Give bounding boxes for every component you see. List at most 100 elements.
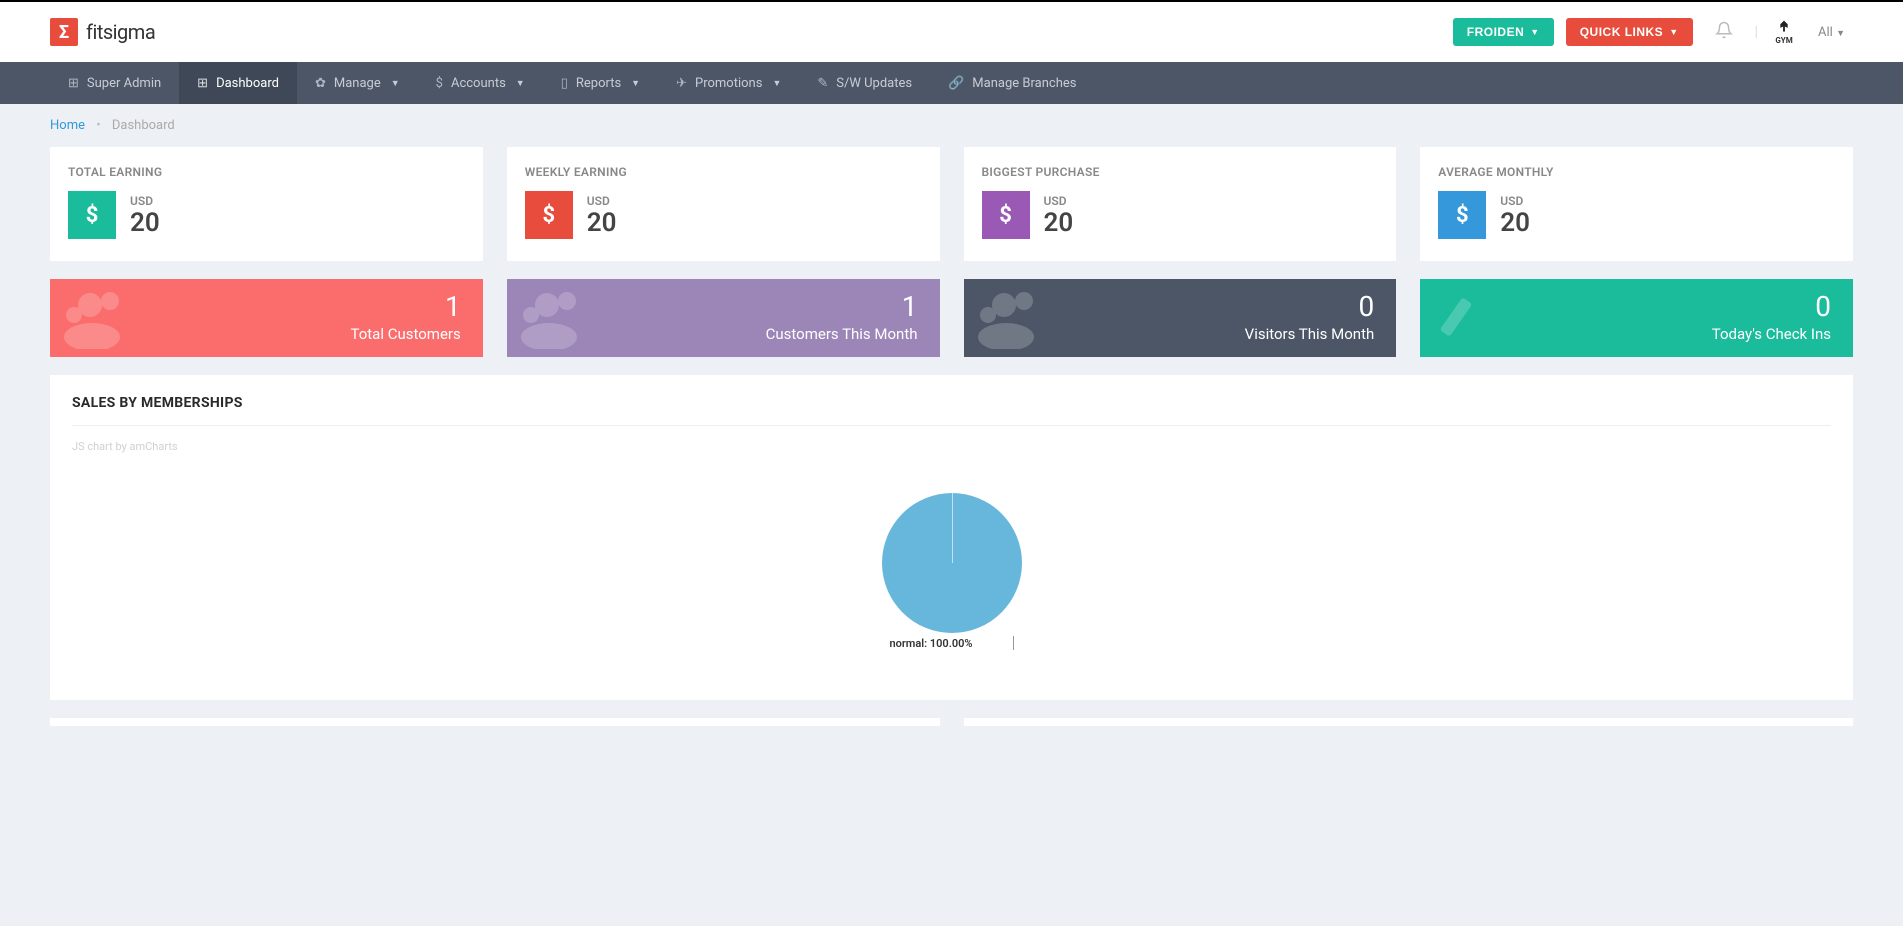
visitors-month-tile[interactable]: 0 Visitors This Month bbox=[964, 279, 1397, 357]
dollar-icon: $ bbox=[1438, 191, 1486, 239]
gym-logo[interactable]: GYM bbox=[1770, 18, 1798, 46]
chevron-down-icon: ▼ bbox=[1836, 29, 1845, 39]
weekly-earning-card: WEEKLY EARNING $ USD 20 bbox=[507, 147, 940, 261]
update-icon: ✎ bbox=[817, 76, 828, 91]
card-value: 20 bbox=[130, 210, 160, 236]
froiden-button[interactable]: FROIDEN ▼ bbox=[1453, 18, 1554, 46]
all-dropdown[interactable]: All ▼ bbox=[1810, 25, 1853, 40]
card-value: 20 bbox=[587, 210, 617, 236]
dashboard-icon: ⊞ bbox=[68, 76, 79, 91]
pie-chart: normal: 100.00% bbox=[72, 493, 1831, 650]
nav-label: Accounts bbox=[451, 76, 506, 91]
send-icon: ✈ bbox=[676, 76, 687, 91]
users-icon bbox=[974, 287, 1044, 349]
gym-icon bbox=[1773, 18, 1795, 36]
chevron-down-icon: ▼ bbox=[772, 78, 781, 89]
nav-reports[interactable]: ▯ Reports ▼ bbox=[543, 62, 658, 104]
biggest-purchase-card: BIGGEST PURCHASE $ USD 20 bbox=[964, 147, 1397, 261]
nav-label: Manage bbox=[334, 76, 381, 91]
nav-manage[interactable]: ✿ Manage ▼ bbox=[297, 62, 418, 104]
nav-label: Reports bbox=[576, 76, 621, 91]
content: TOTAL EARNING $ USD 20 WEEKLY EARNING $ … bbox=[0, 147, 1903, 756]
bottom-row bbox=[50, 718, 1853, 726]
quick-links-label: QUICK LINKS bbox=[1580, 25, 1664, 39]
tile-value: 0 bbox=[1442, 293, 1831, 321]
nav-branches[interactable]: 🔗 Manage Branches bbox=[930, 62, 1094, 104]
card-title: BIGGEST PURCHASE bbox=[982, 165, 1379, 179]
stat-row: TOTAL EARNING $ USD 20 WEEKLY EARNING $ … bbox=[50, 147, 1853, 261]
nav-label: Dashboard bbox=[216, 76, 279, 91]
froiden-label: FROIDEN bbox=[1467, 25, 1525, 39]
card-title: TOTAL EARNING bbox=[68, 165, 465, 179]
nav-sw-updates[interactable]: ✎ S/W Updates bbox=[799, 62, 930, 104]
all-label: All bbox=[1818, 25, 1833, 40]
nav-dashboard[interactable]: ⊞ Dashboard bbox=[179, 62, 297, 104]
separator: | bbox=[1755, 24, 1758, 40]
card-title: AVERAGE MONTHLY bbox=[1438, 165, 1835, 179]
users-icon bbox=[517, 287, 587, 349]
bottom-panel-left bbox=[50, 718, 940, 726]
breadcrumb-current: Dashboard bbox=[112, 118, 175, 133]
tile-value: 1 bbox=[72, 293, 461, 321]
nav-label: Promotions bbox=[695, 76, 762, 91]
card-currency: USD bbox=[1044, 194, 1074, 208]
tile-value: 0 bbox=[986, 293, 1375, 321]
header-right: FROIDEN ▼ QUICK LINKS ▼ | GYM All ▼ bbox=[1453, 18, 1853, 46]
users-icon bbox=[60, 287, 130, 349]
card-currency: USD bbox=[587, 194, 617, 208]
tile-label: Total Customers bbox=[72, 325, 461, 343]
gym-label: GYM bbox=[1775, 36, 1792, 45]
pie-chart-canvas bbox=[882, 493, 1022, 633]
bottom-panel-right bbox=[964, 718, 1854, 726]
breadcrumb-home[interactable]: Home bbox=[50, 118, 85, 133]
dollar-icon: $ bbox=[525, 191, 573, 239]
logo-mark: Σ bbox=[50, 18, 78, 46]
chevron-down-icon: ▼ bbox=[1530, 27, 1539, 37]
dollar-icon: $ bbox=[68, 191, 116, 239]
logo[interactable]: Σ fitsigma bbox=[50, 18, 155, 46]
total-earning-card: TOTAL EARNING $ USD 20 bbox=[50, 147, 483, 261]
logo-text: fitsigma bbox=[86, 20, 155, 44]
dollar-icon: $ bbox=[436, 76, 443, 91]
nav-label: Manage Branches bbox=[972, 76, 1076, 91]
checkins-tile[interactable]: 0 Today's Check Ins bbox=[1420, 279, 1853, 357]
chevron-down-icon: ▼ bbox=[631, 78, 640, 89]
report-icon: ▯ bbox=[561, 76, 568, 91]
nav-promotions[interactable]: ✈ Promotions ▼ bbox=[658, 62, 799, 104]
customers-month-tile[interactable]: 1 Customers This Month bbox=[507, 279, 940, 357]
card-currency: USD bbox=[130, 194, 160, 208]
chevron-down-icon: ▼ bbox=[391, 78, 400, 89]
card-value: 20 bbox=[1044, 210, 1074, 236]
notification-bell-icon[interactable] bbox=[1705, 21, 1743, 44]
dollar-icon: $ bbox=[982, 191, 1030, 239]
tile-row: 1 Total Customers 1 Customers This Month… bbox=[50, 279, 1853, 357]
sales-by-memberships-panel: SALES BY MEMBERSHIPS JS chart by amChart… bbox=[50, 375, 1853, 700]
pie-divider bbox=[952, 493, 953, 563]
card-currency: USD bbox=[1500, 194, 1530, 208]
tile-label: Visitors This Month bbox=[986, 325, 1375, 343]
total-customers-tile[interactable]: 1 Total Customers bbox=[50, 279, 483, 357]
pie-slice-label: normal: 100.00% bbox=[889, 637, 972, 650]
chart-attribution: JS chart by amCharts bbox=[72, 440, 1831, 453]
pie-leader-line bbox=[1013, 636, 1014, 650]
nav-label: Super Admin bbox=[87, 76, 161, 91]
top-header: Σ fitsigma FROIDEN ▼ QUICK LINKS ▼ | GYM… bbox=[0, 0, 1903, 62]
nav-label: S/W Updates bbox=[836, 76, 912, 91]
pencil-icon bbox=[1430, 287, 1500, 349]
breadcrumb: Home • Dashboard bbox=[0, 104, 1903, 147]
dashboard-icon: ⊞ bbox=[197, 76, 208, 91]
nav-bar: ⊞ Super Admin ⊞ Dashboard ✿ Manage ▼ $ A… bbox=[0, 62, 1903, 104]
card-value: 20 bbox=[1500, 210, 1530, 236]
tile-label: Customers This Month bbox=[529, 325, 918, 343]
card-title: WEEKLY EARNING bbox=[525, 165, 922, 179]
nav-super-admin[interactable]: ⊞ Super Admin bbox=[50, 62, 179, 104]
tile-label: Today's Check Ins bbox=[1442, 325, 1831, 343]
panel-title: SALES BY MEMBERSHIPS bbox=[72, 395, 1831, 426]
branch-icon: 🔗 bbox=[948, 76, 964, 91]
average-monthly-card: AVERAGE MONTHLY $ USD 20 bbox=[1420, 147, 1853, 261]
gear-icon: ✿ bbox=[315, 76, 326, 91]
quick-links-button[interactable]: QUICK LINKS ▼ bbox=[1566, 18, 1693, 46]
tile-value: 1 bbox=[529, 293, 918, 321]
nav-accounts[interactable]: $ Accounts ▼ bbox=[418, 62, 543, 104]
chevron-down-icon: ▼ bbox=[516, 78, 525, 89]
